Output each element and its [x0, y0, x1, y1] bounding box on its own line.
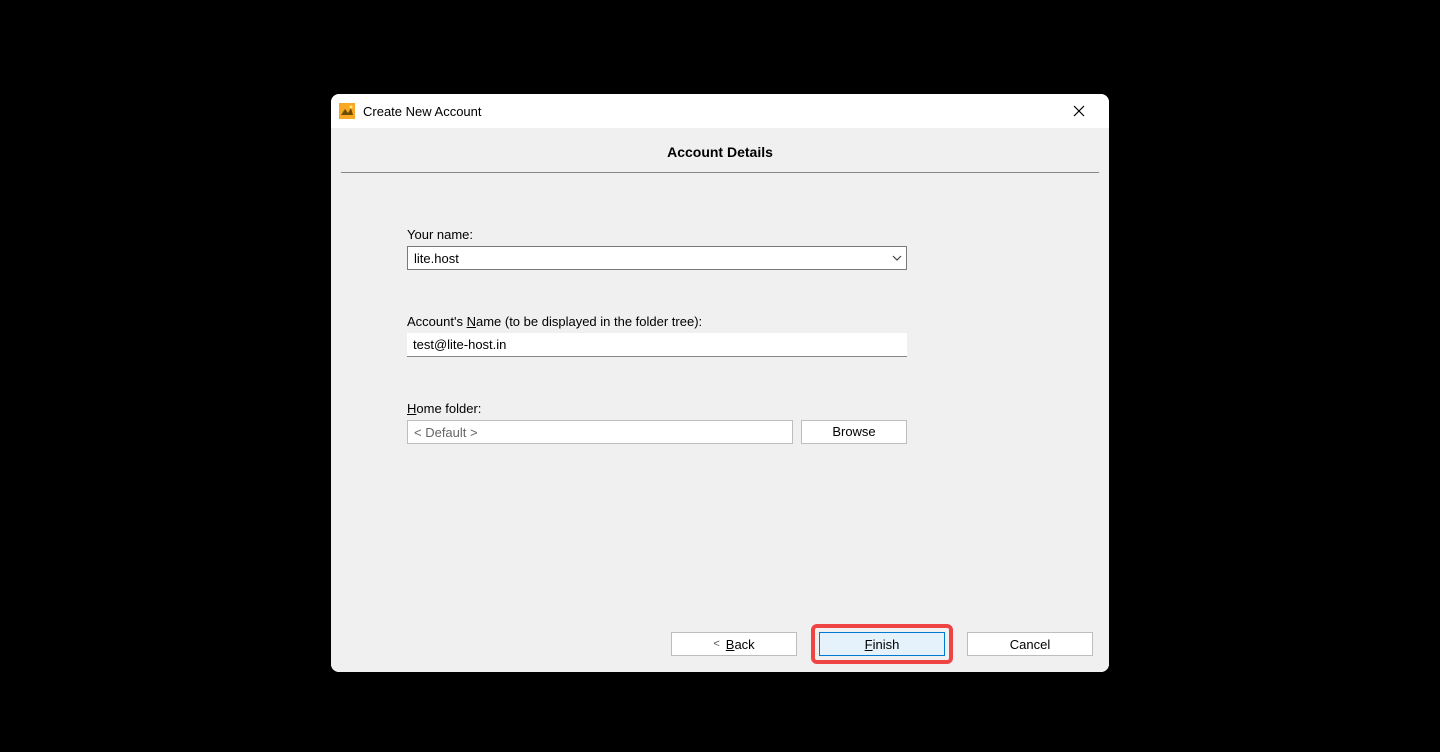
browse-button[interactable]: Browse — [801, 420, 907, 444]
account-name-input[interactable]: test@lite-host.in — [407, 333, 907, 357]
dialog-content: Account Details Your name: lite.host Acc… — [331, 128, 1109, 616]
finish-button[interactable]: Finish — [819, 632, 945, 656]
back-arrow-icon: < — [713, 638, 719, 650]
your-name-value: lite.host — [414, 251, 892, 266]
home-folder-value: < Default > — [414, 425, 478, 440]
section-title: Account Details — [341, 128, 1099, 173]
cancel-button[interactable]: Cancel — [967, 632, 1093, 656]
home-folder-group: Home folder: < Default > Browse — [407, 401, 1033, 444]
finish-highlight: Finish — [811, 624, 953, 664]
finish-label: Finish — [865, 637, 900, 652]
account-name-label: Account's Name (to be displayed in the f… — [407, 314, 1033, 329]
close-icon — [1073, 105, 1085, 117]
home-folder-input[interactable]: < Default > — [407, 420, 793, 444]
home-folder-row: < Default > Browse — [407, 420, 1033, 444]
create-account-dialog: Create New Account Account Details Your … — [331, 94, 1109, 672]
your-name-label: Your name: — [407, 227, 1033, 242]
dialog-footer: < Back Finish Cancel — [331, 616, 1109, 672]
app-icon — [339, 103, 355, 119]
dialog-title: Create New Account — [363, 104, 1057, 119]
account-name-value: test@lite-host.in — [413, 337, 506, 352]
form-area: Your name: lite.host Account's Name (to … — [339, 173, 1101, 616]
chevron-down-icon — [892, 253, 902, 263]
your-name-group: Your name: lite.host — [407, 227, 1033, 270]
back-button[interactable]: < Back — [671, 632, 797, 656]
account-name-group: Account's Name (to be displayed in the f… — [407, 314, 1033, 357]
home-folder-label: Home folder: — [407, 401, 1033, 416]
your-name-combobox[interactable]: lite.host — [407, 246, 907, 270]
close-button[interactable] — [1057, 96, 1101, 126]
titlebar: Create New Account — [331, 94, 1109, 128]
cancel-label: Cancel — [1010, 637, 1050, 652]
back-label: Back — [726, 637, 755, 652]
